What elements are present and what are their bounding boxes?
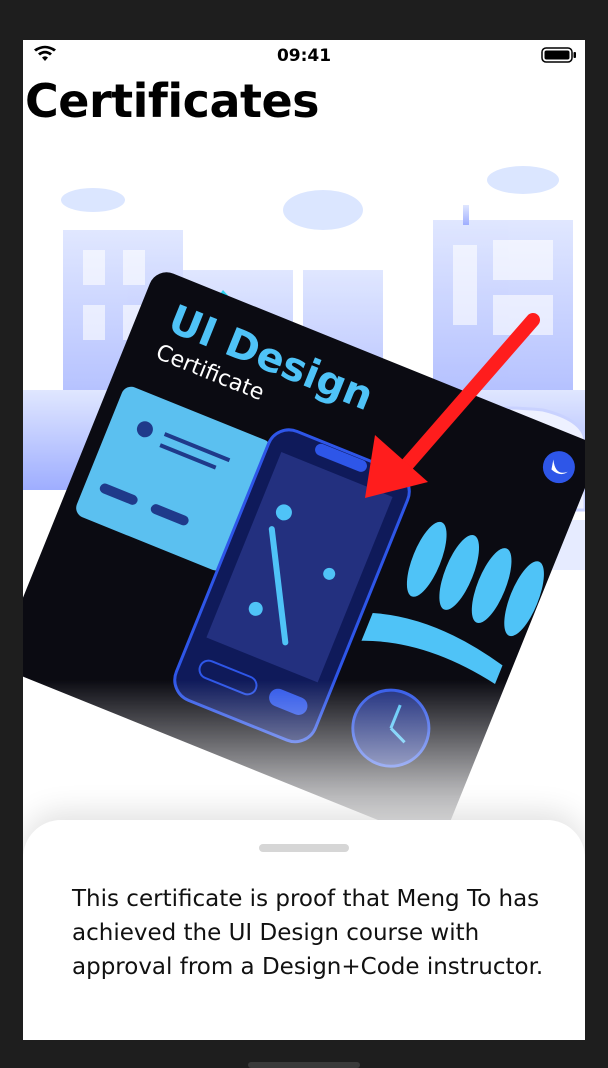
sheet-drag-handle[interactable] — [259, 844, 349, 852]
certificate-scene: UI Design Certificate — [23, 166, 585, 840]
page-title: Certificates — [25, 74, 320, 128]
status-bar: 09:41 — [23, 40, 585, 70]
status-time: 09:41 — [276, 46, 332, 66]
home-indicator[interactable] — [248, 1062, 360, 1068]
battery-icon — [541, 47, 576, 63]
info-sheet[interactable]: This certificate is proof that Meng To h… — [23, 820, 585, 1040]
phone-screen: UI Design Certificate 09:41 Certificates… — [23, 40, 585, 1040]
certificate-description: This certificate is proof that Meng To h… — [72, 886, 544, 980]
